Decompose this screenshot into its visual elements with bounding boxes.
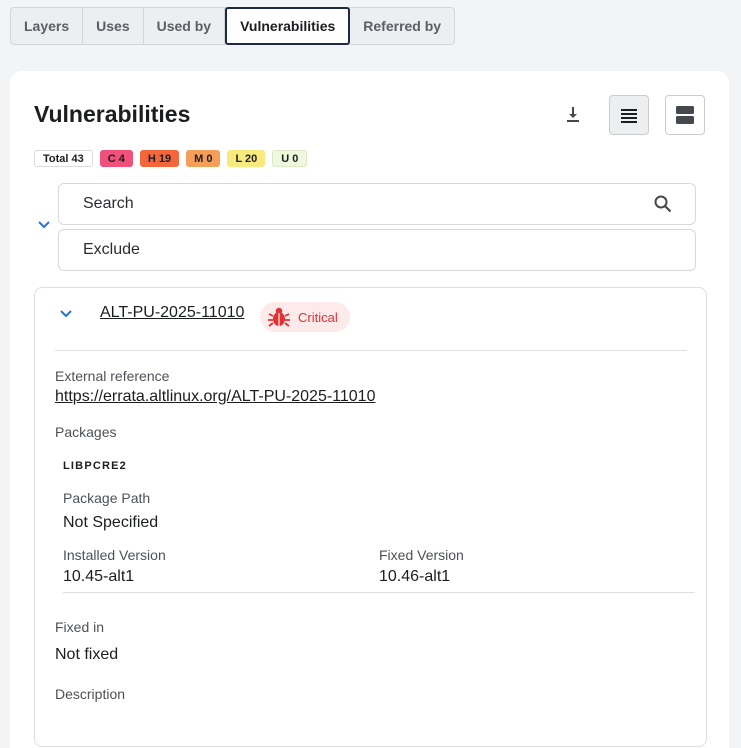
tab-used-by[interactable]: Used by bbox=[143, 8, 226, 44]
badge-high: H 19 bbox=[139, 150, 180, 167]
package-path-value: Not Specified bbox=[63, 514, 159, 531]
badge-critical: C 4 bbox=[99, 150, 133, 167]
package-path-label: Package Path bbox=[63, 490, 151, 506]
package-name: LIBPCRE2 bbox=[63, 460, 127, 472]
severity-chip: Critical bbox=[260, 302, 350, 332]
installed-version-label: Installed Version bbox=[63, 547, 166, 563]
tab-layers[interactable]: Layers bbox=[11, 8, 84, 44]
exclude-input[interactable]: Exclude bbox=[58, 229, 696, 271]
badge-low: L 20 bbox=[227, 150, 266, 167]
severity-label: Critical bbox=[298, 309, 338, 325]
fixed-in-label: Fixed in bbox=[55, 619, 105, 635]
search-input[interactable]: Search bbox=[58, 183, 696, 225]
package-divider bbox=[63, 592, 695, 593]
external-reference-link[interactable]: https://errata.altlinux.org/ALT-PU-2025-… bbox=[55, 388, 375, 406]
fixed-in-value: Not fixed bbox=[55, 646, 119, 663]
severity-badges: Total 43 C 4 H 19 M 0 L 20 U 0 bbox=[34, 150, 308, 167]
fixed-version-value: 10.46-alt1 bbox=[379, 568, 451, 585]
badge-medium: M 0 bbox=[186, 150, 221, 167]
chevron-down-icon bbox=[38, 221, 50, 229]
badge-total: Total 43 bbox=[34, 150, 93, 167]
card-view-icon bbox=[676, 106, 694, 124]
panel-title: Vulnerabilities bbox=[34, 101, 191, 127]
fixed-version-label: Fixed Version bbox=[379, 547, 464, 563]
download-button[interactable] bbox=[558, 99, 588, 129]
bug-icon bbox=[268, 307, 290, 327]
chevron-down-icon bbox=[60, 310, 72, 318]
vulnerability-card: ALT-PU-2025-11010 Critical External refe… bbox=[34, 287, 707, 747]
vulnerabilities-panel: Vulnerabilities Total 43 C 4 H 19 M 0 L … bbox=[10, 71, 729, 748]
tab-vulnerabilities[interactable]: Vulnerabilities bbox=[225, 7, 351, 45]
search-placeholder: Search bbox=[83, 195, 134, 212]
card-collapse-toggle[interactable] bbox=[59, 306, 73, 324]
tab-bar: Layers Uses Used by Vulnerabilities Refe… bbox=[10, 7, 456, 45]
packages-label: Packages bbox=[55, 424, 117, 440]
filters-toggle[interactable] bbox=[36, 217, 52, 233]
badge-unknown: U 0 bbox=[272, 150, 308, 167]
download-icon bbox=[567, 107, 579, 122]
vulnerability-id-link[interactable]: ALT-PU-2025-11010 bbox=[100, 304, 244, 322]
external-reference-label: External reference bbox=[55, 368, 170, 384]
card-divider bbox=[55, 350, 687, 351]
list-view-icon bbox=[621, 109, 637, 123]
card-view-button[interactable] bbox=[665, 95, 705, 135]
search-icon[interactable] bbox=[653, 194, 673, 214]
list-view-button[interactable] bbox=[609, 95, 649, 135]
installed-version-value: 10.45-alt1 bbox=[63, 568, 135, 585]
exclude-placeholder: Exclude bbox=[83, 241, 140, 258]
description-label: Description bbox=[55, 686, 126, 702]
tab-referred-by[interactable]: Referred by bbox=[350, 8, 455, 44]
tab-uses[interactable]: Uses bbox=[83, 8, 144, 44]
